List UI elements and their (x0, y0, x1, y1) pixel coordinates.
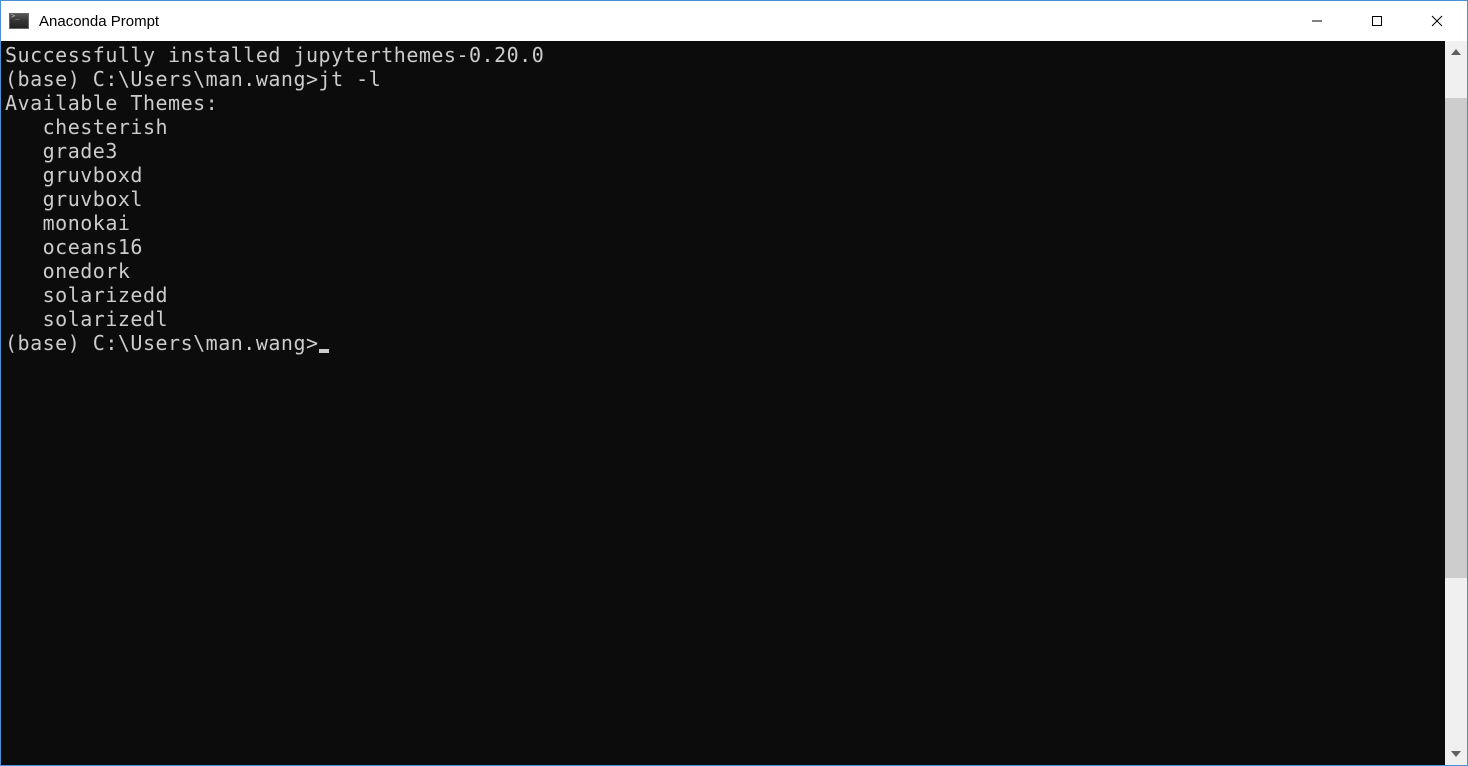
window: Anaconda Prompt Successfully installed j… (0, 0, 1468, 766)
terminal-line: oceans16 (5, 235, 1441, 259)
terminal-line: grade3 (5, 139, 1441, 163)
terminal-line: onedork (5, 259, 1441, 283)
window-title: Anaconda Prompt (39, 13, 1287, 30)
terminal-line: Available Themes: (5, 91, 1441, 115)
terminal-line: gruvboxl (5, 187, 1441, 211)
scroll-track[interactable] (1445, 63, 1467, 743)
terminal-line: chesterish (5, 115, 1441, 139)
close-button[interactable] (1407, 1, 1467, 41)
terminal-app-icon (9, 13, 29, 29)
scrollbar[interactable] (1445, 41, 1467, 765)
maximize-button[interactable] (1347, 1, 1407, 41)
terminal-output[interactable]: Successfully installed jupyterthemes-0.2… (1, 41, 1445, 765)
terminal-line: solarizedd (5, 283, 1441, 307)
terminal-line: (base) C:\Users\man.wang>jt -l (5, 67, 1441, 91)
scroll-thumb[interactable] (1445, 98, 1467, 578)
titlebar[interactable]: Anaconda Prompt (1, 1, 1467, 41)
terminal-line: gruvboxd (5, 163, 1441, 187)
terminal-line: Successfully installed jupyterthemes-0.2… (5, 43, 1441, 67)
scroll-up-arrow-icon[interactable] (1445, 41, 1467, 63)
minimize-button[interactable] (1287, 1, 1347, 41)
terminal-prompt: (base) C:\Users\man.wang> (5, 331, 319, 355)
cursor-icon (319, 349, 329, 353)
scroll-down-arrow-icon[interactable] (1445, 743, 1467, 765)
window-controls (1287, 1, 1467, 41)
terminal-line: solarizedl (5, 307, 1441, 331)
terminal-line: monokai (5, 211, 1441, 235)
terminal-container: Successfully installed jupyterthemes-0.2… (1, 41, 1467, 765)
